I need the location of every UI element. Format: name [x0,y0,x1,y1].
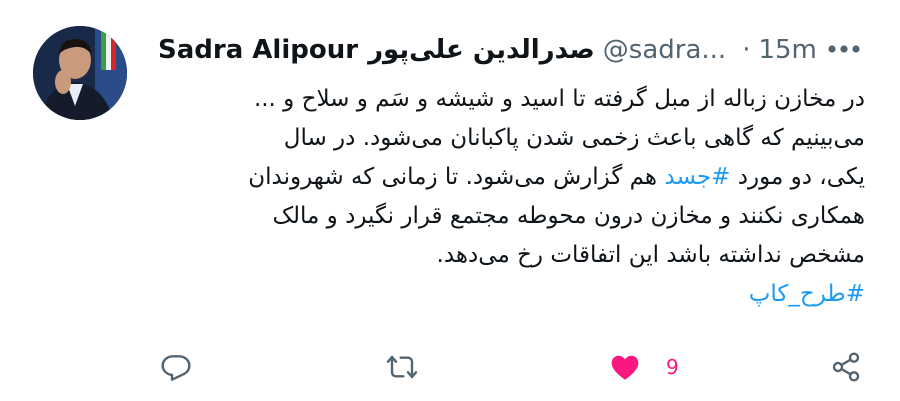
author-name-persian[interactable]: صدرالدین علی‌پور [368,35,595,65]
reply-button[interactable] [160,345,192,389]
tweet-text-line: یکی، دو مورد #جسد هم گزارش می‌شود. تا زم… [155,158,865,197]
retweet-button[interactable] [385,345,419,389]
author-name[interactable]: Sadra Alipour [158,35,358,65]
tweet-text-line: می‌بینیم که گاهی باعث زخمی شدن پاکبانان … [283,125,865,151]
reply-icon [161,355,191,381]
heart-filled-icon [611,355,639,380]
tweet-text-line: همکاری نکنند و مخازن درون محوطه مجتمع قر… [272,203,865,229]
tweet-header: Sadra Alipour صدرالدین علی‌پور @sadra...… [158,30,817,70]
separator-dot: · [742,35,751,65]
author-handle[interactable]: @sadra... [603,35,726,65]
tweet-timestamp[interactable]: 15m [758,35,816,65]
share-button[interactable] [830,345,862,389]
like-button[interactable]: 9 [608,345,679,389]
like-count: 9 [666,355,679,379]
more-options-button[interactable] [824,34,864,64]
tweet-text-segment: هم گزارش می‌شود. تا زمانی که شهروندان [248,164,665,190]
more-horizontal-icon [828,45,860,53]
tweet-text-line: در مخازن زباله از مبل گرفته تا اسید و شی… [253,86,865,112]
hashtag-link[interactable]: #طرح_کاپ [155,275,865,314]
tweet-actions: 9 [150,345,880,389]
tweet-text-segment: یکی، دو مورد [730,164,865,190]
tweet-text: در مخازن زباله از مبل گرفته تا اسید و شی… [155,80,865,314]
share-icon [832,352,860,382]
avatar[interactable] [33,26,127,120]
retweet-icon [386,355,418,379]
hashtag-link[interactable]: #جسد [664,164,730,190]
tweet-text-line: مشخص نداشته باشد این اتفاقات رخ می‌دهد. [436,242,865,268]
